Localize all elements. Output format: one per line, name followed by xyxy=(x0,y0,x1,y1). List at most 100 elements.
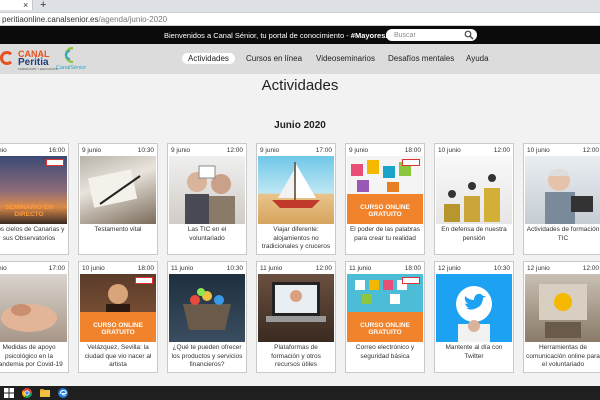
search-icon[interactable] xyxy=(464,30,474,40)
event-time: 12:00 xyxy=(582,265,599,272)
event-title: El poder de las palabras para crear tu r… xyxy=(349,226,421,242)
welcome-bar: Bienvenidos a Canal Sénior, tu portal de… xyxy=(0,26,600,44)
event-title: Herramientas de comunicación online para… xyxy=(526,344,600,368)
browser-tab[interactable]: × xyxy=(0,0,33,10)
event-title: Actividades de formación TIC xyxy=(526,226,600,242)
image-overlay-text: CURSO ONLINE GRATUITO xyxy=(360,204,410,218)
event-image xyxy=(525,274,600,342)
canal-senior-logo[interactable]: CanalSénior xyxy=(56,47,86,73)
event-image xyxy=(436,274,512,342)
event-card[interactable]: 9 junio 17:00 Viajar diferente: alojamien… xyxy=(256,143,336,255)
event-card[interactable]: 11 junio 18:00 CURSO ONLINE GRATUITO Corre… xyxy=(345,261,425,373)
event-date: 12 junio xyxy=(438,265,461,272)
event-image xyxy=(0,274,67,342)
event-time: 18:00 xyxy=(137,265,154,272)
search-input[interactable] xyxy=(394,30,456,40)
new-tab-button[interactable]: + xyxy=(40,0,46,11)
peritia-logo-icon xyxy=(0,51,14,65)
event-card[interactable]: junio 17:00 Medidas de apoyo psicológico … xyxy=(0,261,69,373)
event-image: CURSO ONLINE GRATUITO xyxy=(347,156,423,224)
page-title: Actividades xyxy=(261,77,339,94)
event-card[interactable]: 10 junio 12:00 Actividades de formación T… xyxy=(523,143,600,255)
event-date: 9 junio xyxy=(260,147,280,154)
event-title: Medidas de apoyo psicológico en la pande… xyxy=(0,344,63,368)
event-date: 10 junio xyxy=(527,147,550,154)
windows-start-icon[interactable] xyxy=(4,388,14,398)
site-header: CANAL Peritia FORMACIÓN Y EDUCACIÓN Cana… xyxy=(0,44,600,74)
event-date: 10 junio xyxy=(82,265,105,272)
event-card[interactable]: 12 junio 12:00 Herramientas de comunicaci… xyxy=(523,261,600,373)
event-card[interactable]: 10 junio 12:00 En defensa de nuestra pens… xyxy=(434,143,514,255)
event-date: 9 junio xyxy=(171,147,191,154)
event-card[interactable]: 9 junio 10:30 Testamento vital xyxy=(78,143,158,255)
event-image: CURSO ONLINE GRATUITO xyxy=(347,274,423,342)
event-image xyxy=(169,274,245,342)
chrome-icon[interactable] xyxy=(22,388,32,398)
twitter-icon xyxy=(456,286,492,342)
logo-canal-senior-text: CanalSénior xyxy=(56,65,87,71)
event-time: 12:00 xyxy=(582,147,599,154)
browser-chrome: × + peritiaonline.canalsenior.es/agenda/… xyxy=(0,0,600,26)
event-title: ¿Qué te pueden ofrecer los productos y s… xyxy=(171,344,243,368)
file-explorer-icon[interactable] xyxy=(40,388,50,398)
event-card[interactable]: 10 junio 18:00 CURSO ONLINE GRATUITO Veláz… xyxy=(78,261,158,373)
event-title: Los cielos de Canarias y sus Observatori… xyxy=(0,226,65,242)
event-image: SEMINARIO EN DIRECTO xyxy=(0,156,67,224)
event-date: 9 junio xyxy=(349,147,369,154)
image-overlay-text: CURSO ONLINE GRATUITO xyxy=(93,322,143,336)
close-tab-icon[interactable]: × xyxy=(23,0,28,10)
event-card[interactable]: 9 junio 18:00 CURSO ONLINE GRATUITO El pod… xyxy=(345,143,425,255)
event-image xyxy=(258,274,334,342)
edge-icon[interactable] xyxy=(58,388,68,398)
canal-senior-tag-icon xyxy=(402,159,420,166)
event-time: 12:00 xyxy=(226,147,243,154)
event-card[interactable]: junio 16:00 SEMINARIO EN DIRECTO Los ciel… xyxy=(0,143,69,255)
nav-ayuda[interactable]: Ayuda xyxy=(466,54,489,63)
event-date: 10 junio xyxy=(438,147,461,154)
event-time: 17:00 xyxy=(315,147,332,154)
event-title: Correo electrónico y seguridad básica xyxy=(355,344,415,360)
event-time: 10:30 xyxy=(226,265,243,272)
event-time: 10:30 xyxy=(493,265,510,272)
event-card[interactable]: 12 junio 10:30 Mantente al día con Twitte… xyxy=(434,261,514,373)
canal-senior-tag-icon xyxy=(135,277,153,284)
event-title: Velázquez, Sevilla: la ciudad que vio na… xyxy=(84,344,152,368)
event-date: junio xyxy=(0,147,7,154)
event-image xyxy=(525,156,600,224)
search-box xyxy=(386,29,477,41)
event-image xyxy=(169,156,245,224)
nav-actividades[interactable]: Actividades xyxy=(182,53,235,64)
event-card[interactable]: 9 junio 12:00 Las TIC en el voluntariado xyxy=(167,143,247,255)
event-image xyxy=(80,156,156,224)
canal-senior-tag-icon xyxy=(402,277,420,284)
event-image: CURSO ONLINE GRATUITO xyxy=(80,274,156,342)
event-time: 18:00 xyxy=(404,265,421,272)
image-overlay-text: CURSO ONLINE GRATUITO xyxy=(360,322,410,336)
url-text: peritiaonline.canalsenior.es/agenda/juni… xyxy=(2,15,168,24)
peritia-logo[interactable]: CANAL Peritia FORMACIÓN Y EDUCACIÓN xyxy=(0,49,58,71)
event-card[interactable]: 11 junio 10:30 ¿Qué te pueden ofrecer los… xyxy=(167,261,247,373)
nav-videoseminarios[interactable]: Videoseminarios xyxy=(316,54,375,63)
event-time: 18:00 xyxy=(404,147,421,154)
month-heading: Junio 2020 xyxy=(274,120,326,131)
event-title: Testamento vital xyxy=(94,226,142,233)
event-time: 12:00 xyxy=(315,265,332,272)
event-image xyxy=(258,156,334,224)
event-title: Mantente al día con Twitter xyxy=(445,344,503,360)
event-title: Las TIC en el voluntariado xyxy=(187,226,227,242)
event-card[interactable]: 11 junio 12:00 Plataformas de formación y… xyxy=(256,261,336,373)
event-date: 11 junio xyxy=(349,265,372,272)
address-bar[interactable]: peritiaonline.canalsenior.es/agenda/juni… xyxy=(0,12,600,26)
event-time: 10:30 xyxy=(137,147,154,154)
nav-desafios-mentales[interactable]: Desafíos mentales xyxy=(388,54,454,63)
canal-senior-tag-icon xyxy=(46,159,64,166)
event-date: 12 junio xyxy=(527,265,550,272)
nav-cursos-en-linea[interactable]: Cursos en línea xyxy=(246,54,302,63)
event-time: 17:00 xyxy=(48,265,65,272)
logo-peritia-subtitle: FORMACIÓN Y EDUCACIÓN xyxy=(18,67,58,71)
event-title: Viajar diferente: alojamientos no tradic… xyxy=(261,226,331,250)
event-time: 16:00 xyxy=(48,147,65,154)
event-date: 9 junio xyxy=(82,147,102,154)
windows-taskbar xyxy=(0,386,600,400)
canal-senior-logo-icon xyxy=(64,47,74,63)
